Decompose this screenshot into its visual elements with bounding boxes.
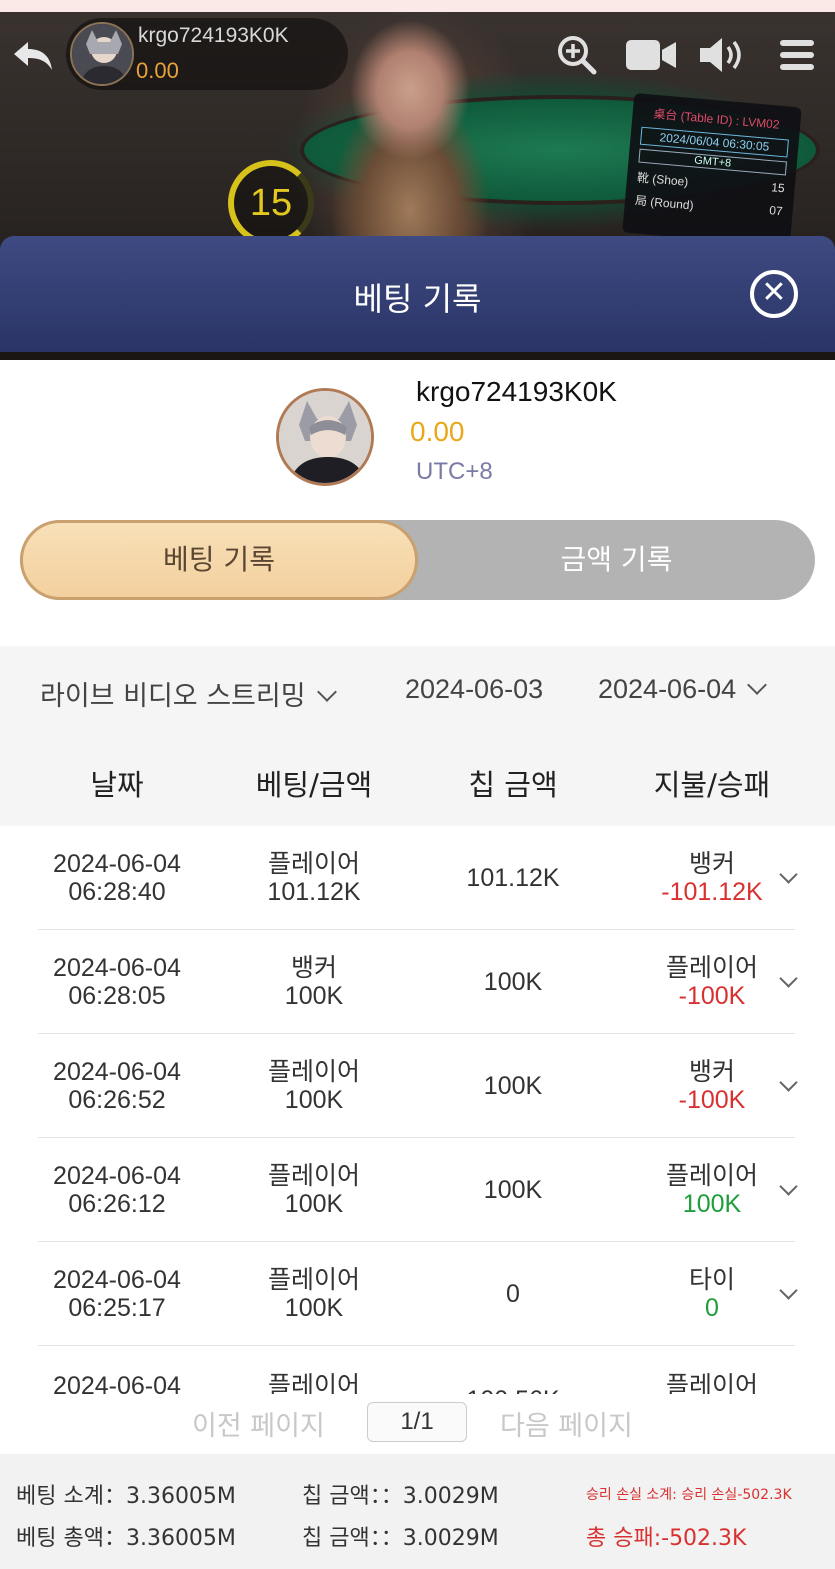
bet-record-list: 2024-06-04 06:28:40 플레이어 101.12K 101.12K 뱅…	[0, 826, 835, 1394]
profile-timezone: UTC+8	[416, 458, 493, 485]
row-payout: 타이 0	[688, 1266, 735, 1322]
row-payout: 플레이어 -100K	[665, 954, 758, 1010]
table-row[interactable]: 2024-06-04 06:28:05 뱅커 100K 100K 플레이어 -100K	[38, 930, 798, 1034]
status-strip	[0, 0, 835, 12]
dealer-figure	[330, 20, 490, 250]
menu-icon[interactable]	[776, 34, 818, 76]
profile-avatar	[276, 388, 374, 486]
video-user-pill: krgo724193K0K 0.00	[66, 18, 348, 90]
filter-area: 라이브 비디오 스트리밍 2024-06-03 2024-06-04 날짜 베팅…	[0, 646, 835, 826]
row-date: 2024-06-04 06:25:17	[53, 1266, 181, 1322]
row-bet: 뱅커 100K	[284, 954, 344, 1010]
prev-page-button[interactable]: 이전 페이지	[192, 1404, 325, 1443]
row-bet: 플레이어 101.12K	[267, 850, 361, 906]
winloss-total: 총 승패:-502.3K	[586, 1526, 747, 1551]
row-chip: 0	[506, 1280, 520, 1308]
row-payout: 뱅커 -100K	[678, 1058, 746, 1114]
modal-header: 베팅 기록	[0, 236, 835, 352]
row-chip: 100K	[483, 1072, 543, 1100]
row-chip: 100.56K	[428, 1346, 598, 1394]
table-row[interactable]: 2024-06-04 06:26:12 플레이어 100K 100K 플레이어 100…	[38, 1138, 798, 1242]
table-row[interactable]: 2024-06-04 06:26:52 플레이어 100K 100K 뱅커 -100K	[38, 1034, 798, 1138]
video-camera-icon[interactable]	[624, 34, 678, 76]
expand-chevron-icon[interactable]	[773, 930, 803, 1034]
summary-footer: 베팅 소계：3.36005M 칩 금액：：3.0029M 승리 손실 소계: 승…	[0, 1454, 835, 1569]
tab-betting-records[interactable]: 베팅 기록	[20, 520, 418, 600]
row-date: 2024-06-04 06:26:12	[53, 1162, 181, 1218]
speaker-icon[interactable]	[698, 34, 750, 76]
row-date: 2024-06-04 06:26:52	[53, 1058, 181, 1114]
page-indicator: 1/1	[367, 1402, 467, 1442]
video-user-name: krgo724193K0K	[138, 24, 289, 47]
table-row[interactable]: 2024-06-04 06:25:17 플레이어 100K 0 타이 0	[38, 1242, 798, 1346]
video-user-balance: 0.00	[136, 58, 179, 83]
next-page-button[interactable]: 다음 페이지	[500, 1404, 633, 1443]
profile-balance: 0.00	[410, 416, 465, 447]
row-date: 2024-06-04 06:28:40	[53, 850, 181, 906]
row-bet: 플레이어 100K	[267, 1266, 360, 1322]
row-chip: 100K	[483, 1176, 543, 1204]
table-info-board: 桌台 (Table ID) : LVM02 2024/06/04 06:30:0…	[622, 92, 802, 248]
row-date: 2024-06-04 06:28:05	[53, 954, 181, 1010]
zoom-in-icon[interactable]	[556, 34, 598, 76]
tab-amount-records[interactable]: 금액 기록	[418, 520, 815, 600]
chip-total: 칩 금액：：3.0029M	[302, 1526, 499, 1551]
record-tabs: 금액 기록 베팅 기록	[20, 520, 815, 600]
game-type-select[interactable]: 라이브 비디오 스트리밍	[40, 674, 337, 713]
row-date: 2024-06-04	[53, 1372, 181, 1394]
end-date-label: 2024-06-04	[598, 674, 737, 704]
table-row[interactable]: 2024-06-04 06:28:40 플레이어 101.12K 101.12K 뱅…	[38, 826, 798, 930]
countdown-timer: 15	[228, 160, 314, 246]
column-header-date: 날짜	[90, 768, 144, 802]
expand-chevron-icon[interactable]	[773, 1242, 803, 1346]
column-header-chip: 칩 금액	[468, 768, 558, 802]
pagination: 이전 페이지 1/1 다음 페이지	[0, 1394, 835, 1454]
round-value: 07	[768, 203, 784, 219]
expand-chevron-icon[interactable]	[773, 826, 803, 930]
profile-name: krgo724193K0K	[416, 376, 617, 407]
expand-chevron-icon[interactable]	[773, 1138, 803, 1242]
row-payout: 뱅커 -101.12K	[661, 850, 763, 906]
round-label: 局 (Round)	[634, 193, 695, 213]
row-chip: 100K	[483, 968, 543, 996]
end-date-picker[interactable]: 2024-06-04	[598, 674, 768, 705]
expand-chevron-icon[interactable]	[773, 1034, 803, 1138]
bet-total: 베팅 총액：3.36005M	[16, 1526, 236, 1551]
row-bet: 플레이어 100K	[267, 1162, 360, 1218]
chevron-down-icon	[747, 675, 768, 695]
close-icon[interactable]: ✕	[750, 270, 798, 318]
bet-subtotal: 베팅 소계：3.36005M	[16, 1484, 236, 1509]
column-header-payout: 지불/승패	[653, 768, 771, 802]
shoe-value: 15	[770, 180, 786, 196]
row-chip: 101.12K	[466, 864, 560, 892]
winloss-subtotal: 승리 손실 소계: 승리 손실-502.3K	[586, 1487, 792, 1503]
column-header-bet: 베팅/금액	[255, 768, 373, 802]
row-payout: 플레이어	[665, 1372, 758, 1394]
row-bet: 플레이어	[267, 1372, 360, 1394]
game-type-label: 라이브 비디오 스트리밍	[40, 681, 306, 712]
shoe-label: 靴 (Shoe)	[636, 170, 689, 189]
back-arrow-icon[interactable]	[10, 36, 56, 76]
modal-title: 베팅 기록	[353, 280, 482, 318]
row-bet: 플레이어 100K	[267, 1058, 360, 1114]
chip-subtotal: 칩 금액：：3.0029M	[302, 1484, 499, 1509]
table-row[interactable]: 2024-06-04 플레이어 100.56K 플레이어	[38, 1346, 795, 1394]
row-payout: 플레이어 100K	[665, 1162, 758, 1218]
avatar	[70, 22, 134, 86]
start-date-picker[interactable]: 2024-06-03	[405, 674, 543, 705]
chevron-down-icon	[316, 682, 337, 702]
